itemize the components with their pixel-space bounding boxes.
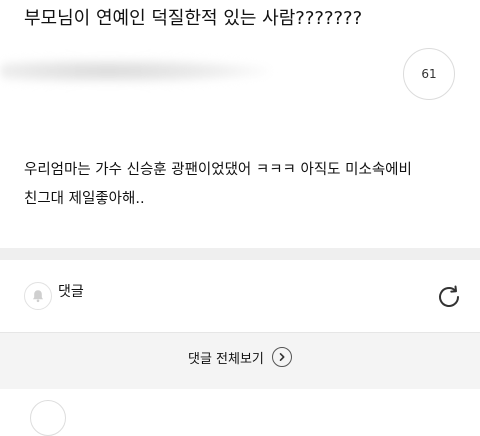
post-body-line: 우리엄마는 가수 신승훈 광팬이었댔어 ㅋㅋㅋ 아직도 미소속에비 — [24, 162, 412, 178]
blurred-author-meta — [0, 58, 270, 84]
comment-count-value: 61 — [421, 67, 437, 81]
refresh-icon[interactable] — [434, 282, 464, 312]
post-title: 부모님이 연예인 덕질한적 있는 사람??????? — [24, 8, 363, 29]
bell-icon[interactable] — [24, 282, 52, 310]
post-body: 우리엄마는 가수 신승훈 광팬이었댔어 ㅋㅋㅋ 아직도 미소속에비 친그대 제일… — [24, 156, 464, 214]
chevron-right-icon — [271, 347, 292, 367]
comment-count-badge[interactable]: 61 — [403, 48, 455, 100]
post-body-line: 친그대 제일좋아해.. — [24, 191, 145, 207]
comment-header: 댓글 — [0, 260, 480, 332]
view-all-label: 댓글 전체보기 — [188, 351, 264, 367]
view-all-comments-button[interactable]: 댓글 전체보기 — [0, 332, 480, 389]
section-divider — [0, 248, 480, 260]
avatar-partial — [30, 400, 66, 436]
comment-section-label: 댓글 — [58, 284, 84, 300]
